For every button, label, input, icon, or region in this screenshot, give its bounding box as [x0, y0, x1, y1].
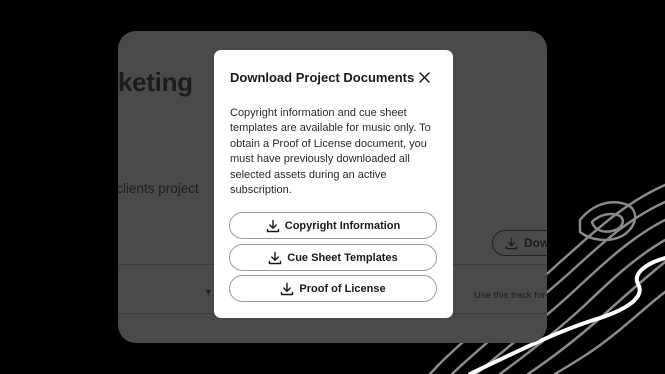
copyright-information-button[interactable]: Copyright Information: [229, 212, 437, 239]
download-icon: [269, 251, 282, 264]
dialog-title: Download Project Documents: [230, 70, 415, 85]
download-icon: [266, 219, 279, 232]
proof-of-license-button[interactable]: Proof of License: [229, 275, 437, 302]
close-icon: [419, 72, 430, 83]
close-button[interactable]: [417, 70, 432, 85]
background-download-button: Dow: [492, 230, 547, 256]
button-label: Copyright Information: [284, 219, 401, 232]
cue-sheet-templates-button[interactable]: Cue Sheet Templates: [229, 244, 437, 271]
project-subtitle: e clients project: [118, 181, 199, 196]
download-icon: [505, 237, 518, 249]
button-label: Cue Sheet Templates: [287, 251, 398, 264]
background-download-label: Dow: [524, 236, 547, 250]
chevron-down-icon: ▼: [204, 287, 213, 297]
dialog-description: Copyright information and cue sheet temp…: [230, 107, 431, 197]
download-documents-dialog: Download Project Documents Copyright inf…: [214, 50, 453, 318]
download-icon: [281, 282, 294, 295]
project-title: arketing: [118, 67, 193, 97]
button-label: Proof of License: [299, 282, 386, 295]
use-track-text: Use this track for: [474, 290, 546, 301]
